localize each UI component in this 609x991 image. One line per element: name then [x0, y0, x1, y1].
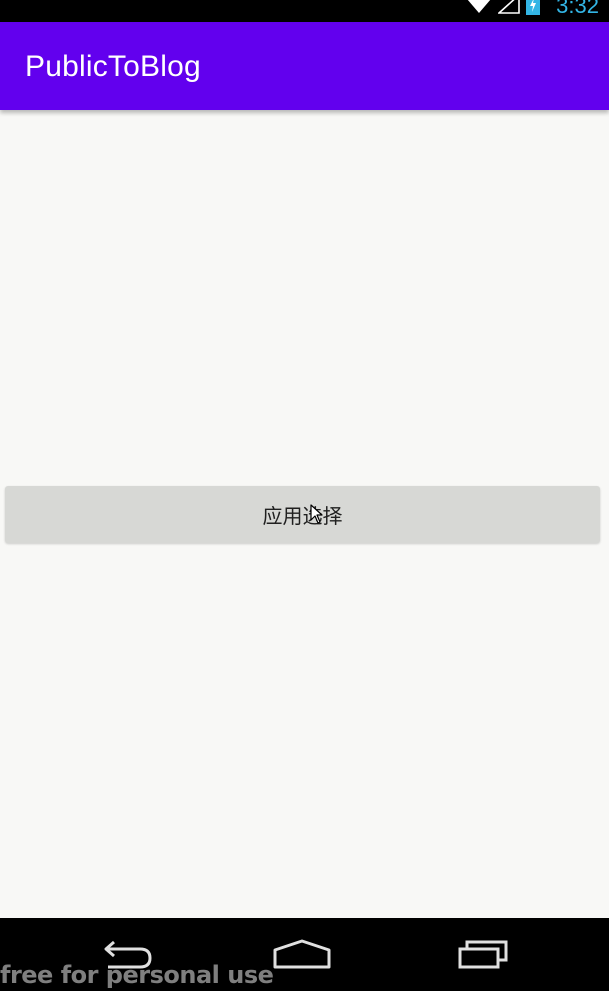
app-title: PublicToBlog [25, 50, 201, 83]
status-icons: 3:32 [466, 0, 599, 18]
app-select-button[interactable]: 应用选择 [5, 486, 600, 543]
status-bar: 3:32 [0, 0, 609, 22]
mouse-cursor-icon [310, 504, 324, 524]
main-content: 应用选择 [0, 110, 609, 918]
app-select-button-label: 应用选择 [262, 504, 343, 528]
status-time: 3:32 [556, 0, 599, 18]
wifi-icon [466, 0, 492, 18]
android-screen: 3:32 PublicToBlog 应用选择 free for personal… [0, 0, 609, 991]
battery-charging-icon [526, 0, 541, 19]
home-button[interactable] [267, 936, 337, 976]
app-toolbar: PublicToBlog [0, 22, 609, 110]
signal-icon [497, 0, 520, 18]
recents-button[interactable] [445, 936, 515, 976]
watermark-text: free for personal use [0, 961, 274, 989]
home-icon [272, 938, 332, 974]
recents-icon [450, 938, 510, 974]
